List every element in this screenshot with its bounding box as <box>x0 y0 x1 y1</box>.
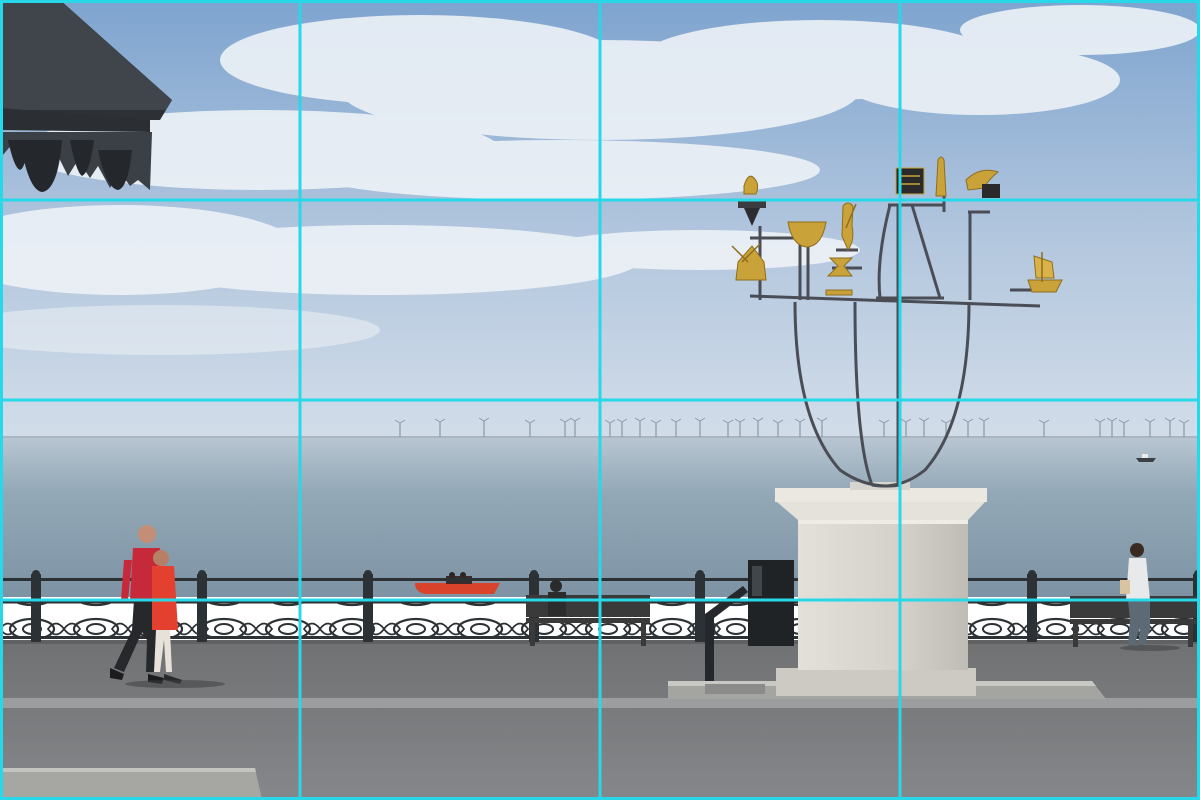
railing-post <box>695 574 705 642</box>
photo-canvas <box>0 0 1200 800</box>
photo-scene <box>0 0 1200 800</box>
railing-post-cap <box>198 570 206 578</box>
railing-post <box>31 574 41 642</box>
railing-post <box>197 574 207 642</box>
railing-post-cap <box>1028 570 1036 578</box>
railing-post-cap <box>32 570 40 578</box>
railing-post-cap <box>696 570 704 578</box>
railing-post <box>363 574 373 642</box>
railing-post-cap <box>364 570 372 578</box>
railing-post-cap <box>530 570 538 578</box>
railing-post <box>1027 574 1037 642</box>
litter-bin <box>748 560 794 646</box>
